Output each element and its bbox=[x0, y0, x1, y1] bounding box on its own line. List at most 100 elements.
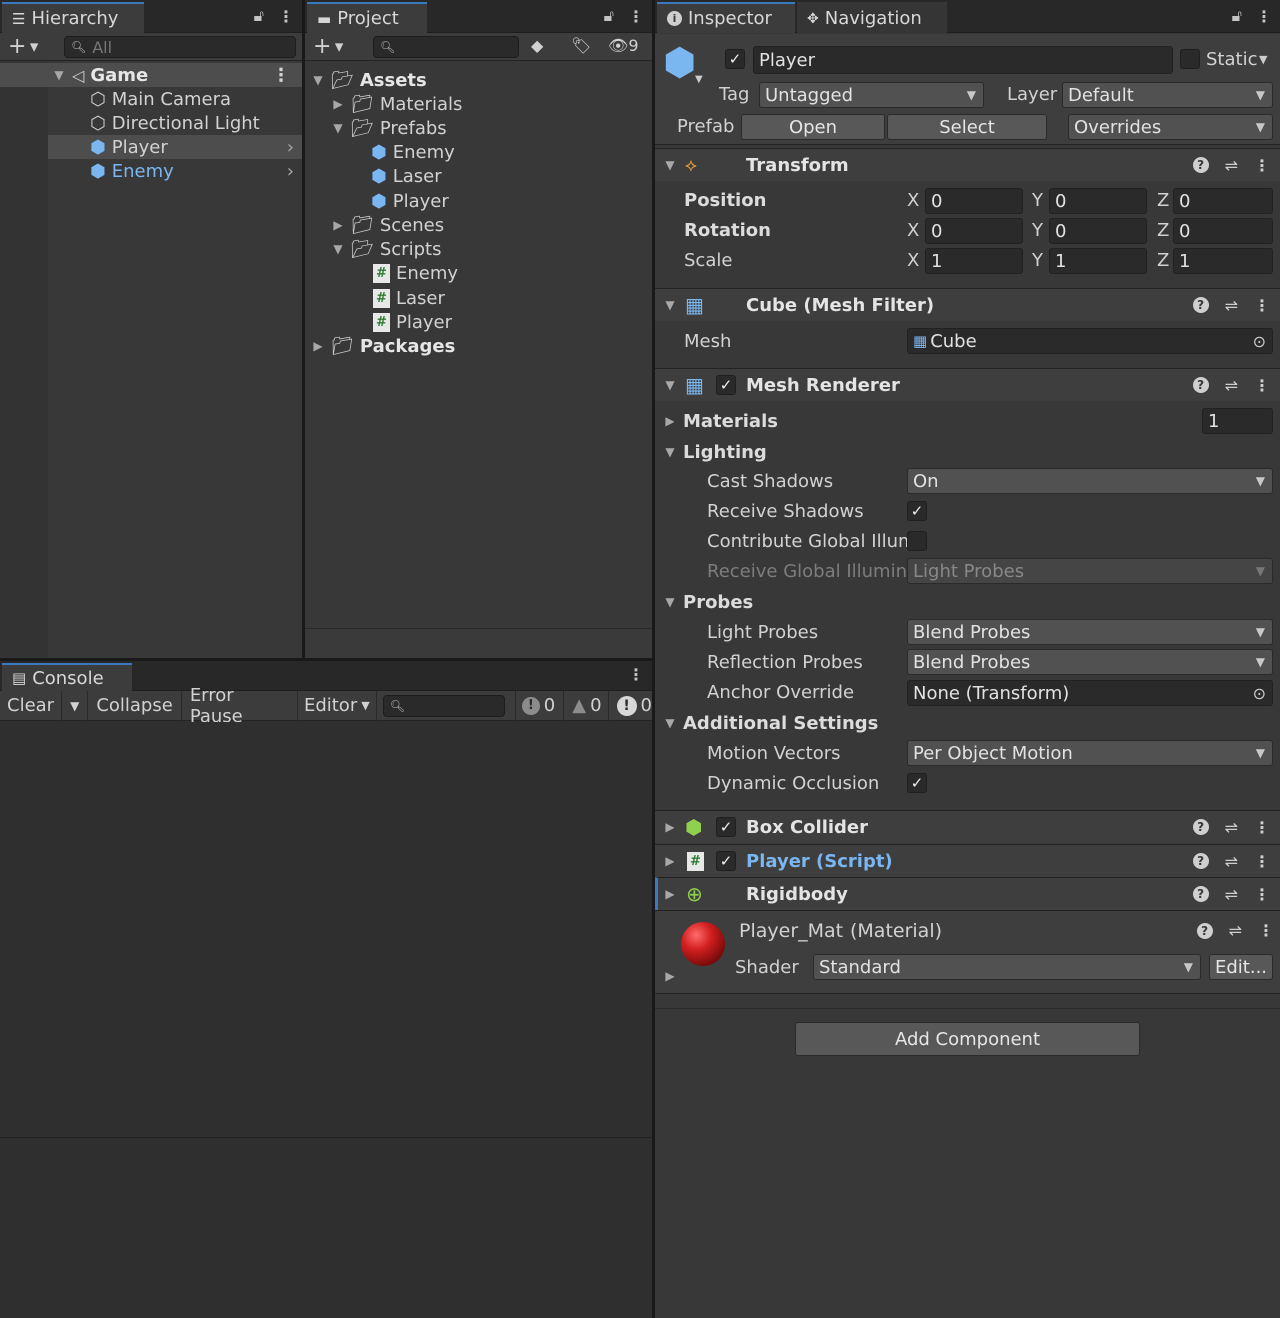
console-log-area[interactable] bbox=[0, 722, 652, 1138]
tab-navigation[interactable]: ✥ Navigation bbox=[797, 2, 947, 33]
help-icon[interactable]: ? bbox=[1192, 853, 1209, 869]
presets-icon[interactable]: ⇌ bbox=[1225, 296, 1238, 315]
static-checkbox[interactable] bbox=[1180, 49, 1200, 69]
expand-arrow[interactable]: ▼ bbox=[663, 378, 677, 392]
axis-y-label[interactable]: Y bbox=[1032, 250, 1043, 271]
console-detail-area[interactable] bbox=[0, 1139, 652, 1318]
contribute-gi-checkbox[interactable] bbox=[907, 531, 927, 551]
more-menu-icon[interactable]: ⋮ bbox=[628, 665, 644, 684]
tag-dropdown[interactable]: Untagged ▼ bbox=[759, 82, 984, 108]
lock-icon[interactable]: 🔓︎ bbox=[1232, 6, 1242, 26]
axis-y-label[interactable]: Y bbox=[1032, 190, 1043, 211]
shader-edit-button[interactable]: Edit... bbox=[1209, 954, 1273, 980]
component-menu-icon[interactable]: ⋮ bbox=[1258, 921, 1274, 940]
expand-arrow[interactable]: ▼ bbox=[663, 298, 677, 312]
reflection-probes-label[interactable]: Reflection Probes bbox=[707, 652, 863, 673]
help-icon[interactable]: ? bbox=[1192, 157, 1209, 173]
console-search-input[interactable]: 🔍︎ bbox=[382, 694, 505, 717]
hidden-packages-icon[interactable]: 👁︎9 bbox=[608, 36, 639, 55]
lock-icon[interactable]: 🔓︎ bbox=[254, 6, 264, 26]
component-menu-icon[interactable]: ⋮ bbox=[1254, 818, 1270, 837]
expand-arrow[interactable]: ▶ bbox=[663, 820, 677, 834]
additional-settings-foldout[interactable]: ▼ Additional Settings bbox=[663, 711, 878, 735]
expand-arrow[interactable]: ▶ bbox=[663, 854, 677, 868]
presets-icon[interactable]: ⇌ bbox=[1225, 376, 1238, 395]
shader-dropdown[interactable]: Standard ▼ bbox=[813, 954, 1201, 980]
presets-icon[interactable]: ⇌ bbox=[1225, 885, 1238, 904]
component-menu-icon[interactable]: ⋮ bbox=[1254, 885, 1270, 904]
create-button[interactable]: + ▼ bbox=[313, 34, 343, 59]
folder-scenes[interactable]: ▶ 📁︎ Scenes bbox=[331, 213, 444, 237]
chevron-right-icon[interactable]: › bbox=[287, 137, 294, 158]
help-icon[interactable]: ? bbox=[1192, 377, 1209, 393]
expand-arrow[interactable]: ▼ bbox=[663, 158, 677, 172]
transform-header[interactable]: ▼ ⟡ Transform ? ⇌ ⋮ bbox=[655, 148, 1280, 181]
mesh-object-field[interactable]: ▦ Cube ⊙ bbox=[907, 328, 1273, 354]
probes-foldout[interactable]: ▼ Probes bbox=[663, 590, 753, 614]
mesh-renderer-enabled-checkbox[interactable]: ✓ bbox=[716, 375, 736, 395]
asset-item[interactable]: # Laser bbox=[373, 286, 445, 310]
folder-prefabs[interactable]: ▼ 📂︎ Prefabs bbox=[331, 116, 446, 140]
anchor-override-label[interactable]: Anchor Override bbox=[707, 682, 854, 703]
cast-shadows-label[interactable]: Cast Shadows bbox=[707, 471, 833, 492]
hierarchy-item[interactable]: ⬡ Main Camera bbox=[90, 87, 231, 111]
add-component-button[interactable]: Add Component bbox=[795, 1022, 1140, 1056]
create-button[interactable]: + ▼ bbox=[8, 34, 38, 59]
clear-options-dropdown[interactable]: ▼ bbox=[61, 690, 89, 721]
player-script-enabled-checkbox[interactable]: ✓ bbox=[716, 851, 736, 871]
light-probes-dropdown[interactable]: Blend Probes ▼ bbox=[907, 619, 1273, 645]
component-menu-icon[interactable]: ⋮ bbox=[1254, 852, 1270, 871]
presets-icon[interactable]: ⇌ bbox=[1229, 921, 1242, 940]
asset-item[interactable]: ⬢ Enemy bbox=[371, 140, 455, 164]
static-dropdown-arrow[interactable]: ▼ bbox=[1259, 53, 1267, 66]
project-search-input[interactable]: 🔍︎ bbox=[373, 36, 519, 58]
axis-z-label[interactable]: Z bbox=[1157, 220, 1169, 241]
editor-dropdown[interactable]: Editor ▼ bbox=[298, 690, 377, 721]
dynamic-occlusion-label[interactable]: Dynamic Occlusion bbox=[707, 773, 879, 794]
rotation-z-field[interactable]: 0 bbox=[1173, 218, 1273, 244]
axis-z-label[interactable]: Z bbox=[1157, 250, 1169, 271]
help-icon[interactable]: ? bbox=[1192, 297, 1209, 313]
lighting-foldout[interactable]: ▼ Lighting bbox=[663, 440, 766, 464]
asset-item[interactable]: # Enemy bbox=[373, 261, 458, 285]
object-picker-icon[interactable]: ⊙ bbox=[1253, 332, 1266, 351]
static-label[interactable]: Static bbox=[1206, 49, 1257, 70]
icon-dropdown-arrow[interactable]: ▼ bbox=[695, 74, 703, 85]
reflection-probes-dropdown[interactable]: Blend Probes ▼ bbox=[907, 649, 1273, 675]
component-menu-icon[interactable]: ⋮ bbox=[1254, 156, 1270, 175]
materials-count-field[interactable]: 1 bbox=[1202, 408, 1273, 434]
mesh-label[interactable]: Mesh bbox=[684, 331, 731, 352]
motion-vectors-dropdown[interactable]: Per Object Motion ▼ bbox=[907, 740, 1273, 766]
hierarchy-item-enemy[interactable]: ⬢ Enemy › bbox=[48, 159, 302, 183]
receive-shadows-label[interactable]: Receive Shadows bbox=[707, 501, 864, 522]
position-x-field[interactable]: 0 bbox=[925, 188, 1023, 214]
expand-arrow[interactable]: ▶ bbox=[663, 969, 677, 983]
position-label[interactable]: Position bbox=[684, 190, 766, 211]
position-z-field[interactable]: 0 bbox=[1173, 188, 1273, 214]
materials-foldout[interactable]: ▶ Materials bbox=[663, 409, 778, 433]
box-collider-header[interactable]: ▶ ⬢ ✓ Box Collider ? ⇌ ⋮ bbox=[655, 810, 1280, 843]
rotation-y-field[interactable]: 0 bbox=[1049, 218, 1147, 244]
asset-item[interactable]: # Player bbox=[373, 310, 452, 334]
warning-toggle[interactable]: ▲ 0 bbox=[563, 690, 602, 721]
scale-z-field[interactable]: 1 bbox=[1173, 248, 1273, 274]
box-collider-enabled-checkbox[interactable]: ✓ bbox=[716, 817, 736, 837]
axis-x-label[interactable]: X bbox=[907, 190, 919, 211]
material-preview-sphere[interactable] bbox=[681, 922, 725, 966]
prefab-select-button[interactable]: Select bbox=[887, 114, 1047, 140]
prefab-overrides-dropdown[interactable]: Overrides ▼ bbox=[1068, 114, 1273, 140]
hierarchy-search-input[interactable]: 🔍︎ All bbox=[64, 36, 296, 58]
asset-item[interactable]: ⬢ Player bbox=[371, 189, 449, 213]
rotation-x-field[interactable]: 0 bbox=[925, 218, 1023, 244]
axis-x-label[interactable]: X bbox=[907, 250, 919, 271]
scale-label[interactable]: Scale bbox=[684, 250, 732, 271]
component-menu-icon[interactable]: ⋮ bbox=[1254, 376, 1270, 395]
axis-y-label[interactable]: Y bbox=[1032, 220, 1043, 241]
folder-scripts[interactable]: ▼ 📂︎ Scripts bbox=[331, 237, 441, 261]
cast-shadows-dropdown[interactable]: On ▼ bbox=[907, 468, 1273, 494]
prefab-open-button[interactable]: Open bbox=[741, 114, 885, 140]
error-pause-button[interactable]: Error Pause bbox=[182, 685, 298, 727]
error-toggle[interactable]: ! 0 bbox=[607, 690, 652, 721]
receive-shadows-checkbox[interactable]: ✓ bbox=[907, 501, 927, 521]
active-checkbox[interactable]: ✓ bbox=[725, 49, 745, 69]
